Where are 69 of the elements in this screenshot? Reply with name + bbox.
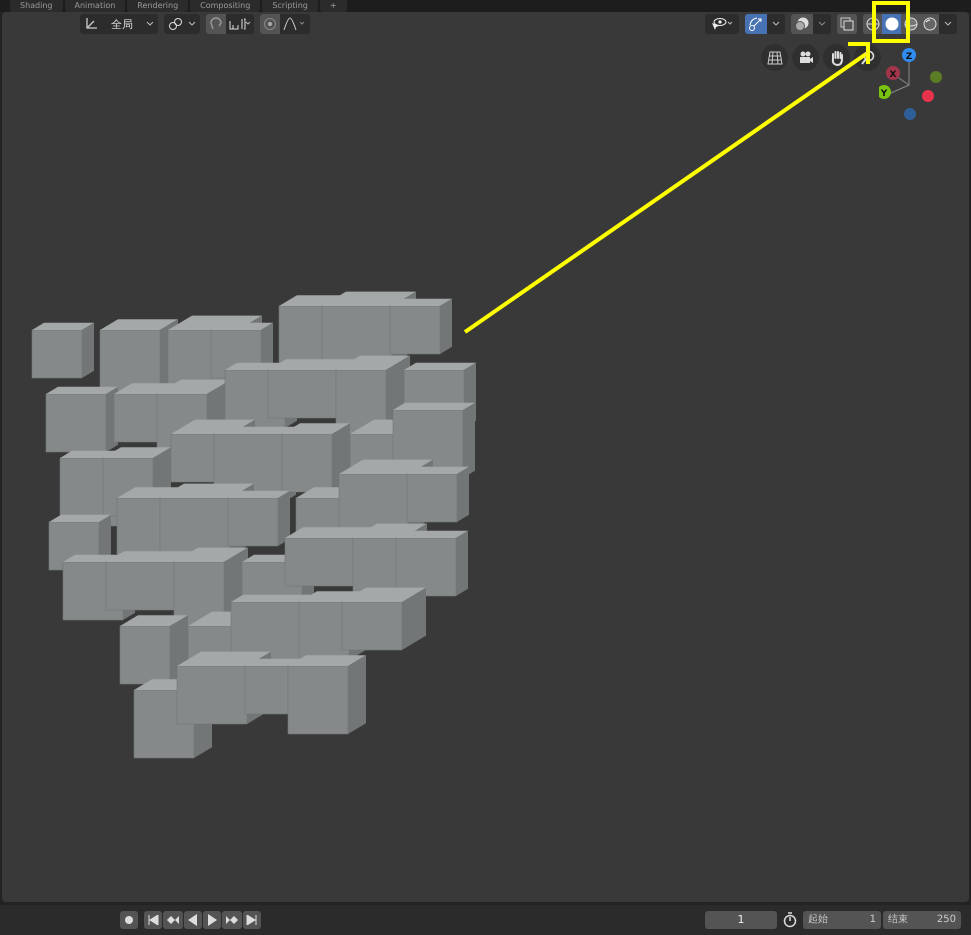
axis-dot[interactable] bbox=[886, 66, 900, 80]
gizmo-toggle[interactable] bbox=[745, 14, 767, 34]
next-keyframe-button[interactable] bbox=[222, 911, 242, 929]
dot-circle-icon bbox=[263, 17, 277, 31]
start-frame-field[interactable]: 起始 1 bbox=[803, 911, 881, 929]
chevron-icon bbox=[944, 21, 952, 27]
chevron-icon bbox=[818, 21, 826, 27]
play-button[interactable] bbox=[203, 911, 221, 929]
workspace-tab[interactable]: Compositing bbox=[190, 0, 260, 12]
pivot-dropdown[interactable] bbox=[164, 14, 200, 34]
overlay-circles-icon bbox=[794, 16, 810, 32]
axes-icon bbox=[84, 17, 98, 31]
record-icon bbox=[124, 915, 134, 925]
hand-icon bbox=[830, 50, 844, 66]
xray-squares-icon bbox=[840, 17, 854, 31]
snap-increment-icon bbox=[229, 17, 251, 31]
workspace-tab[interactable]: Scripting bbox=[262, 0, 318, 12]
current-frame-field[interactable]: 1 bbox=[705, 911, 777, 929]
play-icon bbox=[207, 914, 217, 926]
magnet-icon bbox=[209, 17, 223, 31]
chevron-icon bbox=[188, 21, 196, 27]
stopwatch-icon bbox=[783, 912, 797, 928]
skip-start-icon bbox=[147, 915, 159, 925]
eye-cursor-icon bbox=[709, 17, 735, 31]
highlight-box bbox=[872, 1, 910, 43]
xray-toggle[interactable] bbox=[837, 14, 857, 34]
workspace-tab[interactable]: Animation bbox=[64, 0, 126, 12]
axis-label: Z bbox=[906, 52, 912, 62]
chevron-icon bbox=[146, 21, 154, 27]
workspace-tab[interactable]: Shading bbox=[10, 0, 62, 12]
snap-toggle[interactable] bbox=[206, 14, 226, 34]
shading-mode-button[interactable] bbox=[920, 14, 939, 34]
jump-end-button[interactable] bbox=[243, 911, 261, 929]
record-button[interactable] bbox=[120, 911, 138, 929]
chevron-icon bbox=[772, 21, 780, 27]
axis-label: Y bbox=[880, 89, 888, 99]
axis-dot[interactable] bbox=[904, 108, 916, 120]
magnifier-icon bbox=[860, 50, 874, 66]
pan-button[interactable] bbox=[823, 44, 850, 71]
falloff-curve-icon bbox=[283, 17, 307, 31]
keyframe-forward-icon bbox=[225, 915, 239, 925]
keyframe-back-icon bbox=[166, 915, 180, 925]
jump-start-button[interactable] bbox=[144, 911, 162, 929]
prev-keyframe-button[interactable] bbox=[163, 911, 183, 929]
workspace-tab[interactable]: Rendering bbox=[127, 0, 188, 12]
grid-view-button[interactable] bbox=[761, 44, 788, 71]
camera-icon bbox=[798, 50, 814, 64]
workspace-tab[interactable]: + bbox=[320, 0, 347, 12]
shading-mode-button[interactable] bbox=[882, 14, 901, 34]
camera-view-button[interactable] bbox=[792, 44, 819, 71]
overlays-toggle[interactable] bbox=[791, 14, 813, 34]
axis-dot[interactable] bbox=[902, 48, 916, 62]
axis-dot[interactable] bbox=[922, 90, 934, 102]
play-reverse-button[interactable] bbox=[184, 911, 202, 929]
solid-sphere-icon bbox=[884, 17, 898, 31]
wireframe-sphere-icon bbox=[866, 17, 880, 31]
gizmo-arrow-icon bbox=[748, 16, 764, 32]
proportional-edit-toggle[interactable] bbox=[260, 14, 280, 34]
navigation-gizmo[interactable]: Z X Y bbox=[879, 47, 949, 127]
play-reverse-icon bbox=[188, 914, 198, 926]
link-icon bbox=[168, 17, 184, 31]
axis-label: X bbox=[890, 70, 896, 80]
transform-orientation-dropdown[interactable]: 全局 bbox=[80, 14, 158, 34]
visibility-dropdown[interactable] bbox=[705, 14, 739, 34]
grid-icon bbox=[766, 50, 782, 64]
end-frame-field[interactable]: 结束 250 bbox=[883, 911, 961, 929]
skip-end-icon bbox=[246, 915, 258, 925]
rendered-sphere-icon bbox=[922, 17, 936, 31]
axis-dot[interactable] bbox=[930, 71, 942, 83]
